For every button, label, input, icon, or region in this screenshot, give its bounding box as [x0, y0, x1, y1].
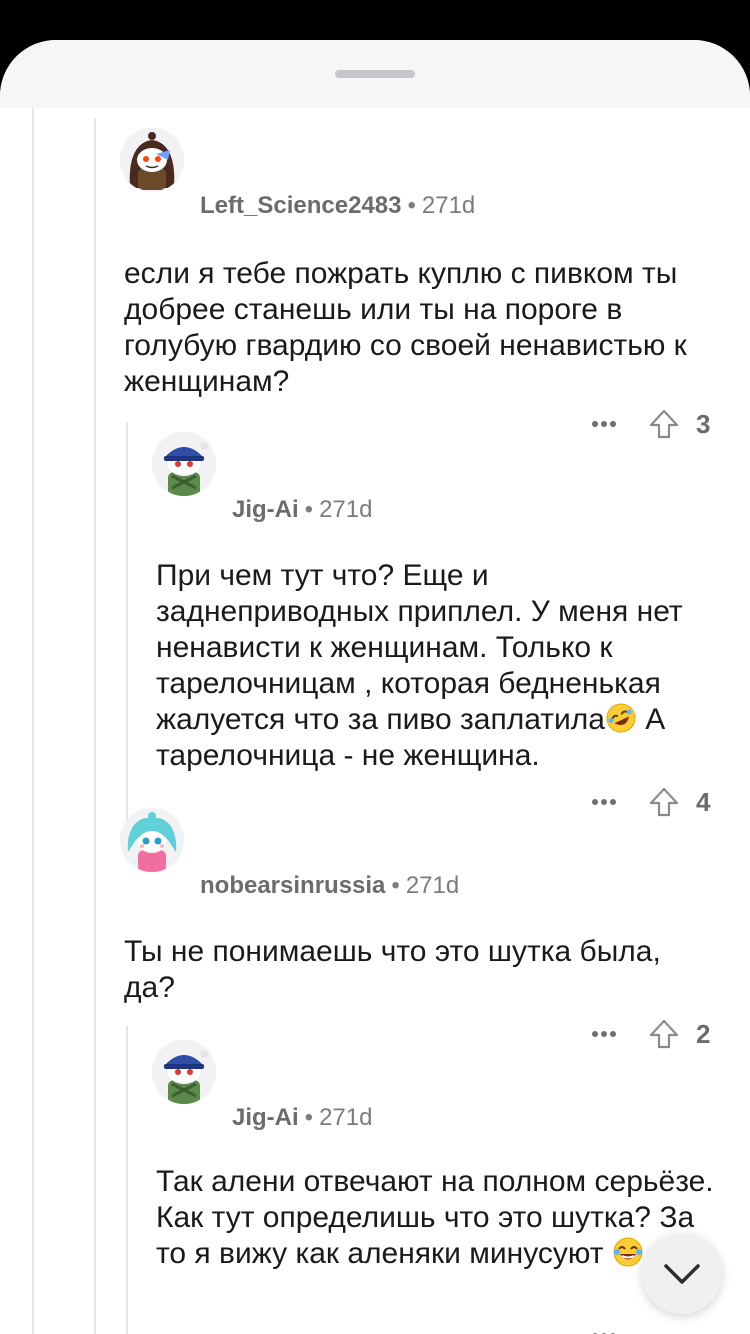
more-options-button[interactable] [590, 792, 618, 812]
more-options-button[interactable] [590, 1326, 618, 1334]
sheet-grabber[interactable] [335, 70, 415, 78]
thread-line-outer [32, 108, 34, 1334]
comment-body: Так алени отвечают на полном серьёзе. Ка… [156, 1164, 716, 1272]
comment-body: При чем тут что? Еще и заднеприводных пр… [156, 558, 726, 774]
comment-actions: 4 [590, 784, 730, 824]
comment-age: 271d [319, 496, 373, 523]
vote-score: 3 [696, 409, 711, 439]
upvote-icon[interactable] [646, 1016, 682, 1052]
comment-text: При чем тут что? Еще и заднеприводных пр… [156, 559, 683, 736]
comment-body: если я тебе пожрать куплю с пивком ты до… [124, 257, 687, 398]
more-options-button[interactable] [590, 1024, 618, 1044]
thread-line-reply [126, 422, 128, 832]
comments-sheet: Left_Science2483 • 271d если я тебе пожрат… [0, 40, 750, 1334]
vote-score: 2 [696, 1019, 711, 1049]
thread-line-parent [94, 118, 96, 1334]
comment-actions [590, 1318, 690, 1334]
avatar-blue-cap-icon[interactable] [152, 1040, 216, 1104]
username[interactable]: Jig-Ai [232, 1104, 299, 1131]
meta-separator: • [391, 872, 400, 899]
meta-separator: • [304, 496, 314, 523]
username[interactable]: nobearsinrussia [200, 872, 385, 899]
tears-of-joy-emoji [613, 1237, 643, 1267]
meta-separator: • [407, 192, 416, 219]
rolling-laughing-emoji [606, 703, 636, 733]
comment-meta: Jig-Ai • 271d [232, 496, 372, 524]
scroll-down-button[interactable] [642, 1234, 722, 1314]
avatar-teal-hair-icon[interactable] [120, 808, 184, 872]
comment-body: Ты не понимаешь что это шутка была, да? [124, 935, 661, 1004]
comment-actions: 3 [590, 406, 730, 446]
upvote-icon[interactable] [646, 406, 682, 442]
username[interactable]: Jig-Ai [232, 496, 299, 523]
thread-line-reply [126, 1026, 128, 1334]
comment-age: 271d [319, 1104, 373, 1131]
meta-separator: • [304, 1104, 314, 1131]
upvote-icon[interactable] [646, 784, 682, 820]
comment-actions: 2 [590, 1016, 730, 1056]
comment-meta: nobearsinrussia • 271d [200, 872, 459, 900]
vote-score: 4 [696, 787, 711, 817]
comment-age: 271d [421, 192, 476, 219]
comment-meta: Left_Science2483 • 271d [200, 192, 475, 220]
more-options-button[interactable] [590, 414, 618, 434]
avatar-brown-hair-icon[interactable] [120, 128, 184, 192]
avatar-blue-cap-icon[interactable] [152, 432, 216, 496]
username[interactable]: Left_Science2483 [200, 192, 401, 219]
comment-age: 271d [405, 872, 460, 899]
comment-meta: Jig-Ai • 271d [232, 1104, 372, 1132]
chevron-down-icon [664, 1264, 700, 1284]
sheet-header [0, 40, 750, 108]
